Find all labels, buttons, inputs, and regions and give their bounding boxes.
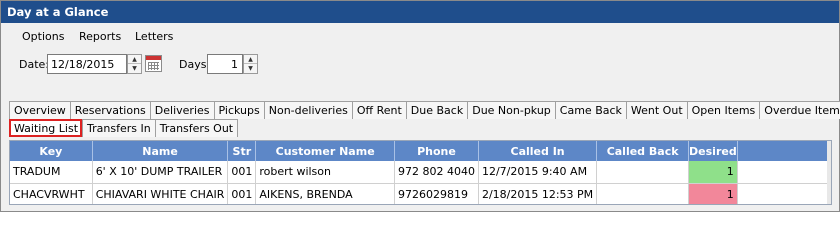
column-header-called-back[interactable]: Called Back xyxy=(596,141,690,161)
tab-transfers-out[interactable]: Transfers Out xyxy=(154,119,239,137)
date-spinner[interactable]: ▲ ▼ xyxy=(127,54,142,74)
column-header-filler xyxy=(737,141,831,161)
spin-down-icon[interactable]: ▼ xyxy=(128,64,141,73)
cell-called-back[interactable] xyxy=(596,161,690,184)
days-field[interactable] xyxy=(207,54,243,74)
column-header-str[interactable]: Str xyxy=(227,141,257,161)
table-header-row: Key Name Str Customer Name Phone Called … xyxy=(10,141,831,161)
column-header-name[interactable]: Name xyxy=(92,141,229,161)
table-row[interactable]: TRADUM 6' X 10' DUMP TRAILER 001 robert … xyxy=(10,161,831,184)
cell-customer-name[interactable]: robert wilson xyxy=(255,161,395,184)
cell-name[interactable]: CHIAVARI WHITE CHAIR xyxy=(92,183,229,204)
cell-str[interactable]: 001 xyxy=(227,183,257,204)
tab-off-rent[interactable]: Off Rent xyxy=(351,101,406,119)
tab-pickups[interactable]: Pickups xyxy=(213,101,264,119)
window-title: Day at a Glance xyxy=(1,1,839,23)
spin-up-icon[interactable]: ▲ xyxy=(128,55,141,64)
date-field[interactable] xyxy=(47,54,127,74)
menu-bar: Options Reports Letters xyxy=(1,28,839,46)
tab-due-back[interactable]: Due Back xyxy=(405,101,468,119)
menu-reports[interactable]: Reports xyxy=(79,30,121,43)
cell-called-in[interactable]: 12/7/2015 9:40 AM xyxy=(478,161,598,184)
cell-desired[interactable]: 1 xyxy=(688,161,738,184)
tab-reservations[interactable]: Reservations xyxy=(69,101,150,119)
waiting-list-grid: Key Name Str Customer Name Phone Called … xyxy=(9,140,832,205)
waiting-list-table: Key Name Str Customer Name Phone Called … xyxy=(10,141,831,204)
tab-went-out[interactable]: Went Out xyxy=(625,101,687,119)
calendar-icon[interactable] xyxy=(145,55,162,72)
tab-non-deliveries[interactable]: Non-deliveries xyxy=(263,101,352,119)
cell-phone[interactable]: 972 802 4040 xyxy=(394,161,479,184)
menu-letters[interactable]: Letters xyxy=(135,30,173,43)
cell-filler xyxy=(737,161,831,184)
tab-transfers-in[interactable]: Transfers In xyxy=(82,119,155,137)
column-header-phone[interactable]: Phone xyxy=(394,141,479,161)
cell-filler xyxy=(737,183,831,204)
grid-scrollbar[interactable] xyxy=(827,141,831,204)
day-at-a-glance-window: Day at a Glance Options Reports Letters … xyxy=(0,0,840,212)
tab-waiting-list[interactable]: Waiting List xyxy=(9,119,83,137)
cell-key[interactable]: CHACVRWHT xyxy=(10,183,93,204)
column-header-customer-name[interactable]: Customer Name xyxy=(255,141,395,161)
cell-key[interactable]: TRADUM xyxy=(10,161,93,184)
cell-called-back[interactable] xyxy=(596,183,690,204)
tab-due-non-pkup[interactable]: Due Non-pkup xyxy=(467,101,555,119)
days-spinner[interactable]: ▲ ▼ xyxy=(243,54,258,74)
tab-came-back[interactable]: Came Back xyxy=(554,101,626,119)
tab-overdue-items[interactable]: Overdue Items xyxy=(759,101,840,119)
date-label: Date: xyxy=(19,58,49,71)
spin-up-icon[interactable]: ▲ xyxy=(244,55,257,64)
tab-row-2: Waiting List Transfers In Transfers Out xyxy=(9,119,239,137)
spin-down-icon[interactable]: ▼ xyxy=(244,64,257,73)
column-header-desired[interactable]: Desired xyxy=(688,141,738,161)
tab-deliveries[interactable]: Deliveries xyxy=(149,101,214,119)
table-row[interactable]: CHACVRWHT CHIAVARI WHITE CHAIR 001 AIKEN… xyxy=(10,183,831,204)
cell-name[interactable]: 6' X 10' DUMP TRAILER xyxy=(92,161,229,184)
cell-called-in[interactable]: 2/18/2015 12:53 PM xyxy=(478,183,598,204)
column-header-key[interactable]: Key xyxy=(10,141,93,161)
cell-desired[interactable]: 1 xyxy=(688,183,738,204)
column-header-called-in[interactable]: Called In xyxy=(478,141,598,161)
days-label: Days: xyxy=(179,58,211,71)
cell-phone[interactable]: 9726029819 xyxy=(394,183,479,204)
cell-str[interactable]: 001 xyxy=(227,161,257,184)
cell-customer-name[interactable]: AIKENS, BRENDA xyxy=(255,183,395,204)
tab-row-1: Overview Reservations Deliveries Pickups… xyxy=(9,101,840,119)
tab-open-items[interactable]: Open Items xyxy=(686,101,760,119)
tab-overview[interactable]: Overview xyxy=(9,101,70,119)
menu-options[interactable]: Options xyxy=(22,30,64,43)
